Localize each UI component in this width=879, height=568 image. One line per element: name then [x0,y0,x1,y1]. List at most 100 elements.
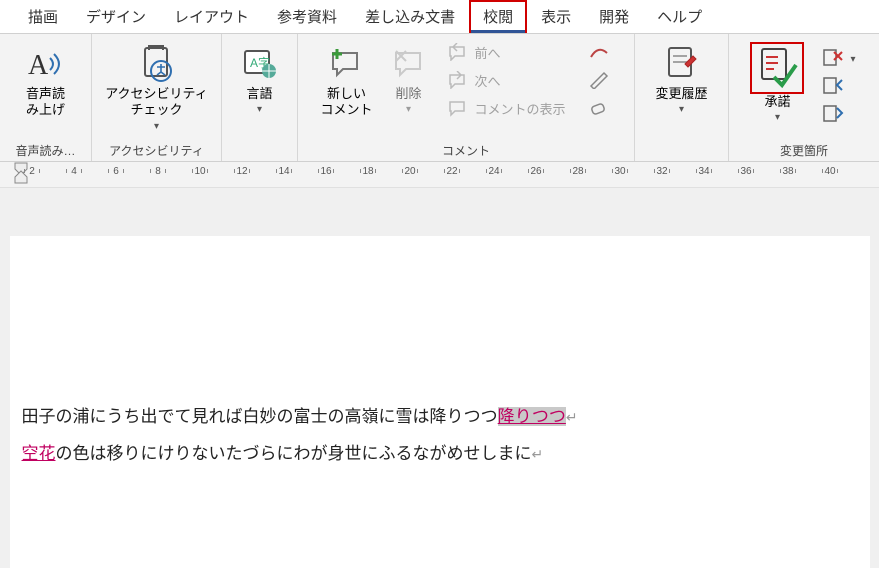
ruler-tick: 28 [568,166,588,177]
next-comment-label: 次へ [475,71,501,90]
chevron-down-icon: ▾ [775,112,780,123]
ruler-tick: 38 [778,166,798,177]
ruler-tick: 36 [736,166,756,177]
ruler-tick: 8 [148,166,168,177]
new-comment-icon [327,42,365,86]
ruler-tick: 10 [190,166,210,177]
changes-side-col: ▾ [814,44,863,128]
accept-icon [754,46,800,90]
next-change-button[interactable] [818,102,859,126]
prev-comment-label: 前へ [475,43,501,62]
prev-change-icon [822,76,844,96]
prev-comment-button[interactable]: 前へ [443,40,570,64]
eraser-button[interactable] [584,96,614,120]
delete-comment-icon [390,42,428,86]
tracked-insert[interactable]: 降りつつ [498,407,566,426]
group-comments-label: コメント [442,140,490,159]
read-aloud-button[interactable]: A 音声読 み上げ [16,38,76,123]
new-comment-label: 新しい コメント [320,86,372,119]
track-tools-col [580,38,618,122]
eraser-icon [588,98,610,118]
language-label: 言語 [246,86,272,102]
chevron-down-icon: ▾ [679,104,684,115]
tab-view[interactable]: 表示 [527,0,585,33]
ruler-tick: 16 [316,166,336,177]
show-comments-button[interactable]: コメントの表示 [443,96,570,120]
read-aloud-label: 音声読 み上げ [26,86,65,119]
prev-change-button[interactable] [818,74,859,98]
chevron-down-icon: ▾ [154,121,159,132]
ruler-tick: 4 [64,166,84,177]
track-changes-icon [661,42,701,86]
ruler-tick: 30 [610,166,630,177]
group-speech-label: 音声読み… [15,140,75,159]
tab-references[interactable]: 参考資料 [263,0,351,33]
ruler-tick: 22 [442,166,462,177]
tab-draw[interactable]: 描画 [14,0,72,33]
tab-help[interactable]: ヘルプ [643,0,716,33]
tracked-insert[interactable]: 空花 [22,444,56,463]
show-comments-label: コメントの表示 [475,99,566,118]
svg-text:A: A [28,50,49,81]
prev-comment-icon [447,42,469,62]
delete-comment-button[interactable]: 削除 ▾ [379,38,439,119]
ruler-tick: 34 [694,166,714,177]
paragraph-2[interactable]: 空花の色は移りにけりないたづらにわが身世にふるながめせしまに↵ [22,439,858,470]
ruler-tick: 26 [526,166,546,177]
show-comments-icon [447,98,469,118]
reject-button[interactable]: ▾ [818,46,859,70]
group-accessibility: アクセシビリティ チェック ▾ アクセシビリティ [92,34,222,161]
new-comment-button[interactable]: 新しい コメント [314,38,378,123]
track-changes-button[interactable]: 変更履歴 ▾ [649,38,713,119]
chevron-down-icon: ▾ [257,104,262,115]
next-change-icon [822,104,844,124]
group-accessibility-label: アクセシビリティ [109,140,204,159]
reject-icon [822,48,844,68]
ruler-tick: 32 [652,166,672,177]
accept-highlight [750,42,804,94]
paragraph-mark-icon: ↵ [566,411,578,426]
ruler-tick: 2 [22,166,42,177]
accept-button[interactable]: 承諾 ▾ [744,38,810,127]
track-changes-label: 変更履歴 [655,86,707,102]
language-icon: A字 [242,42,278,86]
accessibility-icon [136,42,176,86]
paragraph-mark-icon: ↵ [532,448,544,463]
ruler-tick: 12 [232,166,252,177]
accept-label: 承諾 [764,94,790,110]
tab-layout[interactable]: レイアウト [160,0,263,33]
group-tracking: 変更履歴 ▾ [635,34,729,161]
tab-review[interactable]: 校閲 [469,0,527,33]
text-run[interactable]: 田子の浦にうち出でて見れば白妙の富士の高嶺に雪は降りつつ [22,407,498,426]
tab-mailings[interactable]: 差し込み文書 [351,0,469,33]
text-run[interactable]: の色は移りにけりないたづらにわが身世にふるながめせしまに [56,444,532,463]
ink-button[interactable] [584,40,614,64]
tab-design[interactable]: デザイン [72,0,160,33]
ribbon: A 音声読 み上げ 音声読み… [0,34,879,162]
ruler-tick: 24 [484,166,504,177]
accessibility-check-button[interactable]: アクセシビリティ チェック ▾ [99,38,214,136]
group-comments: 新しい コメント 削除 ▾ 前へ [298,34,635,161]
pen-button[interactable] [584,68,614,92]
ruler-tick: 40 [820,166,840,177]
chevron-down-icon: ▾ [406,104,411,115]
pen-icon [588,70,610,90]
horizontal-ruler[interactable]: 246810121416182022242628303234363840 [0,162,879,188]
ruler-tick: 14 [274,166,294,177]
ribbon-tabbar: 描画 デザイン レイアウト 参考資料 差し込み文書 校閲 表示 開発 ヘルプ [0,0,879,34]
document-area: 田子の浦にうち出でて見れば白妙の富士の高嶺に雪は降りつつ降りつつ↵ 空花の色は移… [0,188,879,568]
paragraph-1[interactable]: 田子の浦にうち出でて見れば白妙の富士の高嶺に雪は降りつつ降りつつ↵ [22,402,858,433]
document-page[interactable]: 田子の浦にうち出でて見れば白妙の富士の高嶺に雪は降りつつ降りつつ↵ 空花の色は移… [10,236,870,568]
group-speech: A 音声読 み上げ 音声読み… [0,34,92,161]
next-comment-button[interactable]: 次へ [443,68,570,92]
ruler-tick: 18 [358,166,378,177]
comment-nav-col: 前へ 次へ コメントの表示 [439,38,574,122]
group-language: A字 言語 ▾ [222,34,298,161]
delete-comment-label: 削除 [395,86,421,102]
chevron-down-icon: ▾ [850,54,855,65]
accessibility-label: アクセシビリティ チェック [105,86,208,119]
tab-developer[interactable]: 開発 [585,0,643,33]
group-changes-label: 変更箇所 [780,140,828,159]
language-button[interactable]: A字 言語 ▾ [230,38,290,119]
read-aloud-icon: A [26,42,66,86]
